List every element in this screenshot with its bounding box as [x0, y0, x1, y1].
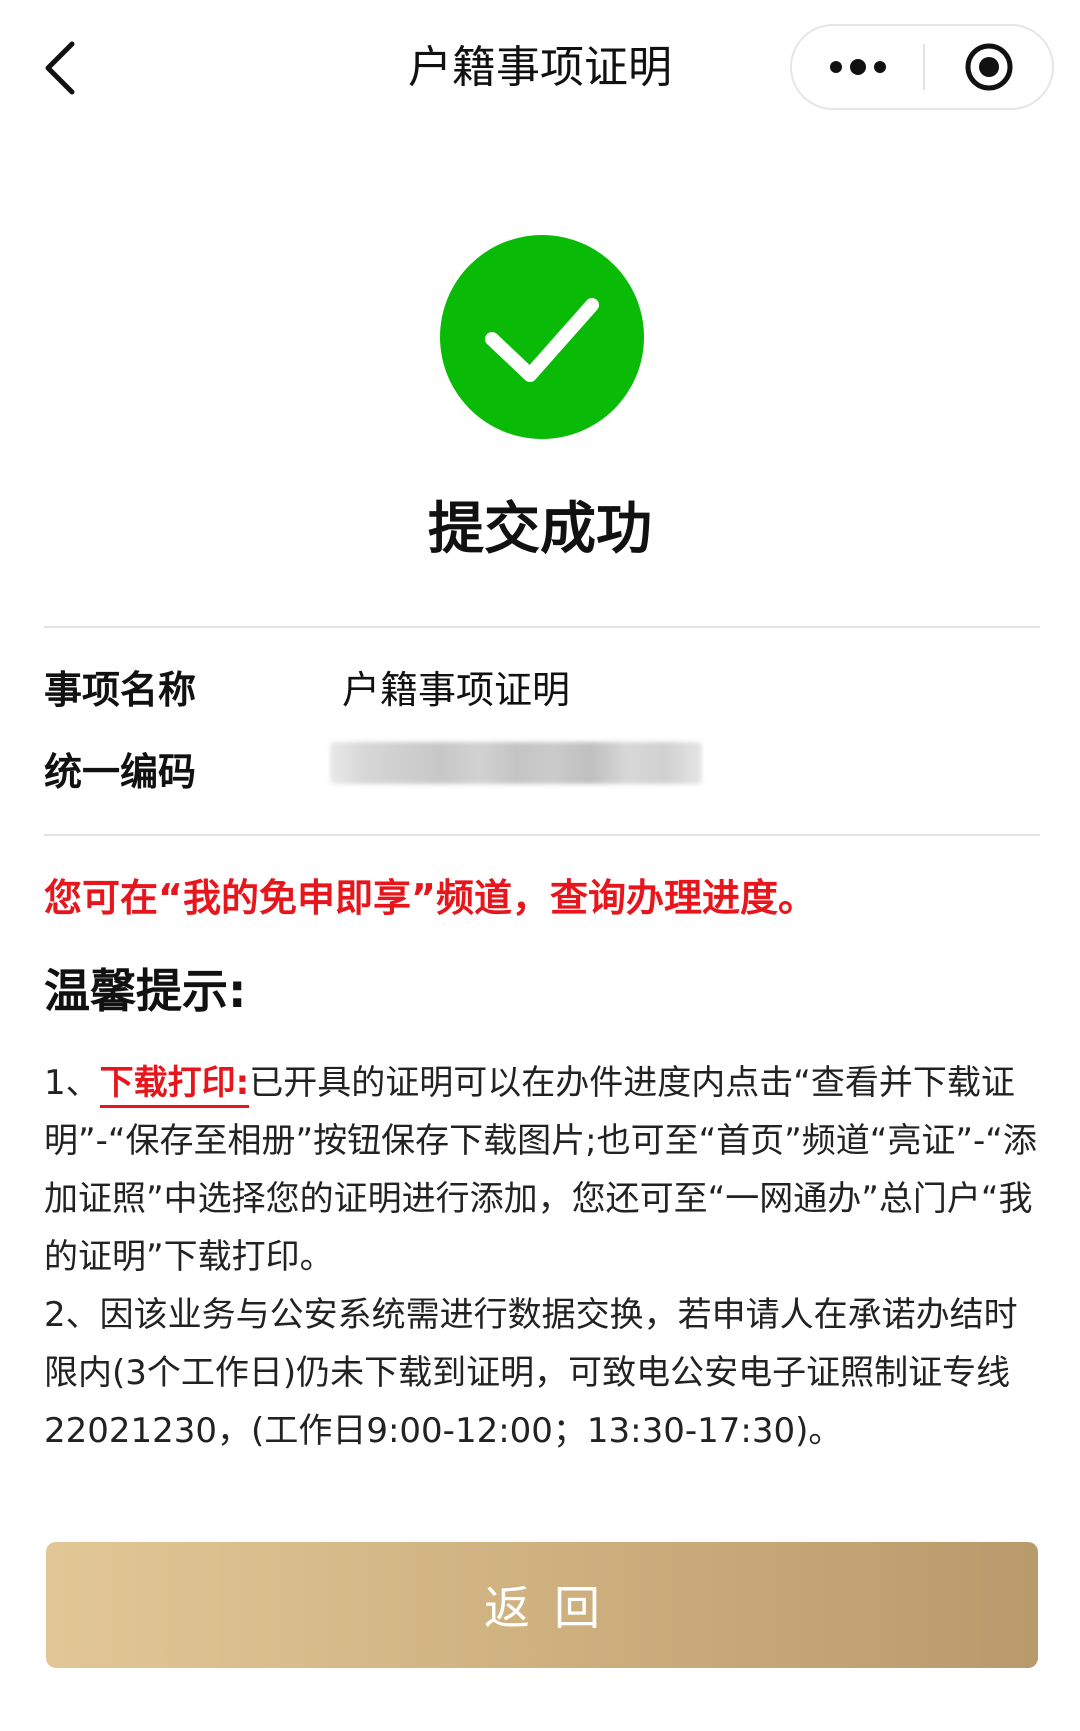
more-button[interactable] [792, 26, 924, 108]
mini-program-capsule [790, 24, 1054, 110]
tip-item-1-highlight: 下载打印: [99, 1063, 250, 1108]
tips-heading: 温馨提示: [44, 964, 247, 1018]
tip-item-1-prefix: 1、 [44, 1063, 100, 1103]
progress-notice: 您可在“我的免申即享”频道，查询办理进度。 [44, 876, 816, 920]
success-check-icon [440, 235, 644, 439]
divider-bottom [44, 834, 1040, 836]
nav-bar: 户籍事项证明 [0, 0, 1080, 136]
return-button[interactable]: 返回 [46, 1542, 1038, 1668]
tip-item-2: 2、因该业务与公安系统需进行数据交换，若申请人在承诺办结时限内(3个工作日)仍未… [44, 1295, 1018, 1451]
unified-code-value-blurred [330, 742, 702, 784]
target-close-icon [965, 43, 1013, 91]
tip-item-1: 1、下载打印:已开具的证明可以在办件进度内点击“查看并下载证明”-“保存至相册”… [44, 1054, 1040, 1286]
item-name-label: 事项名称 [44, 668, 197, 712]
close-mini-program-button[interactable] [924, 26, 1054, 108]
success-title: 提交成功 [428, 497, 652, 562]
item-name-value: 户籍事项证明 [342, 668, 571, 712]
unified-code-label: 统一编码 [44, 750, 197, 794]
tips-body: 1、下载打印:已开具的证明可以在办件进度内点击“查看并下载证明”-“保存至相册”… [44, 1054, 1040, 1460]
divider-top [44, 626, 1040, 628]
more-dots-icon [830, 59, 886, 75]
